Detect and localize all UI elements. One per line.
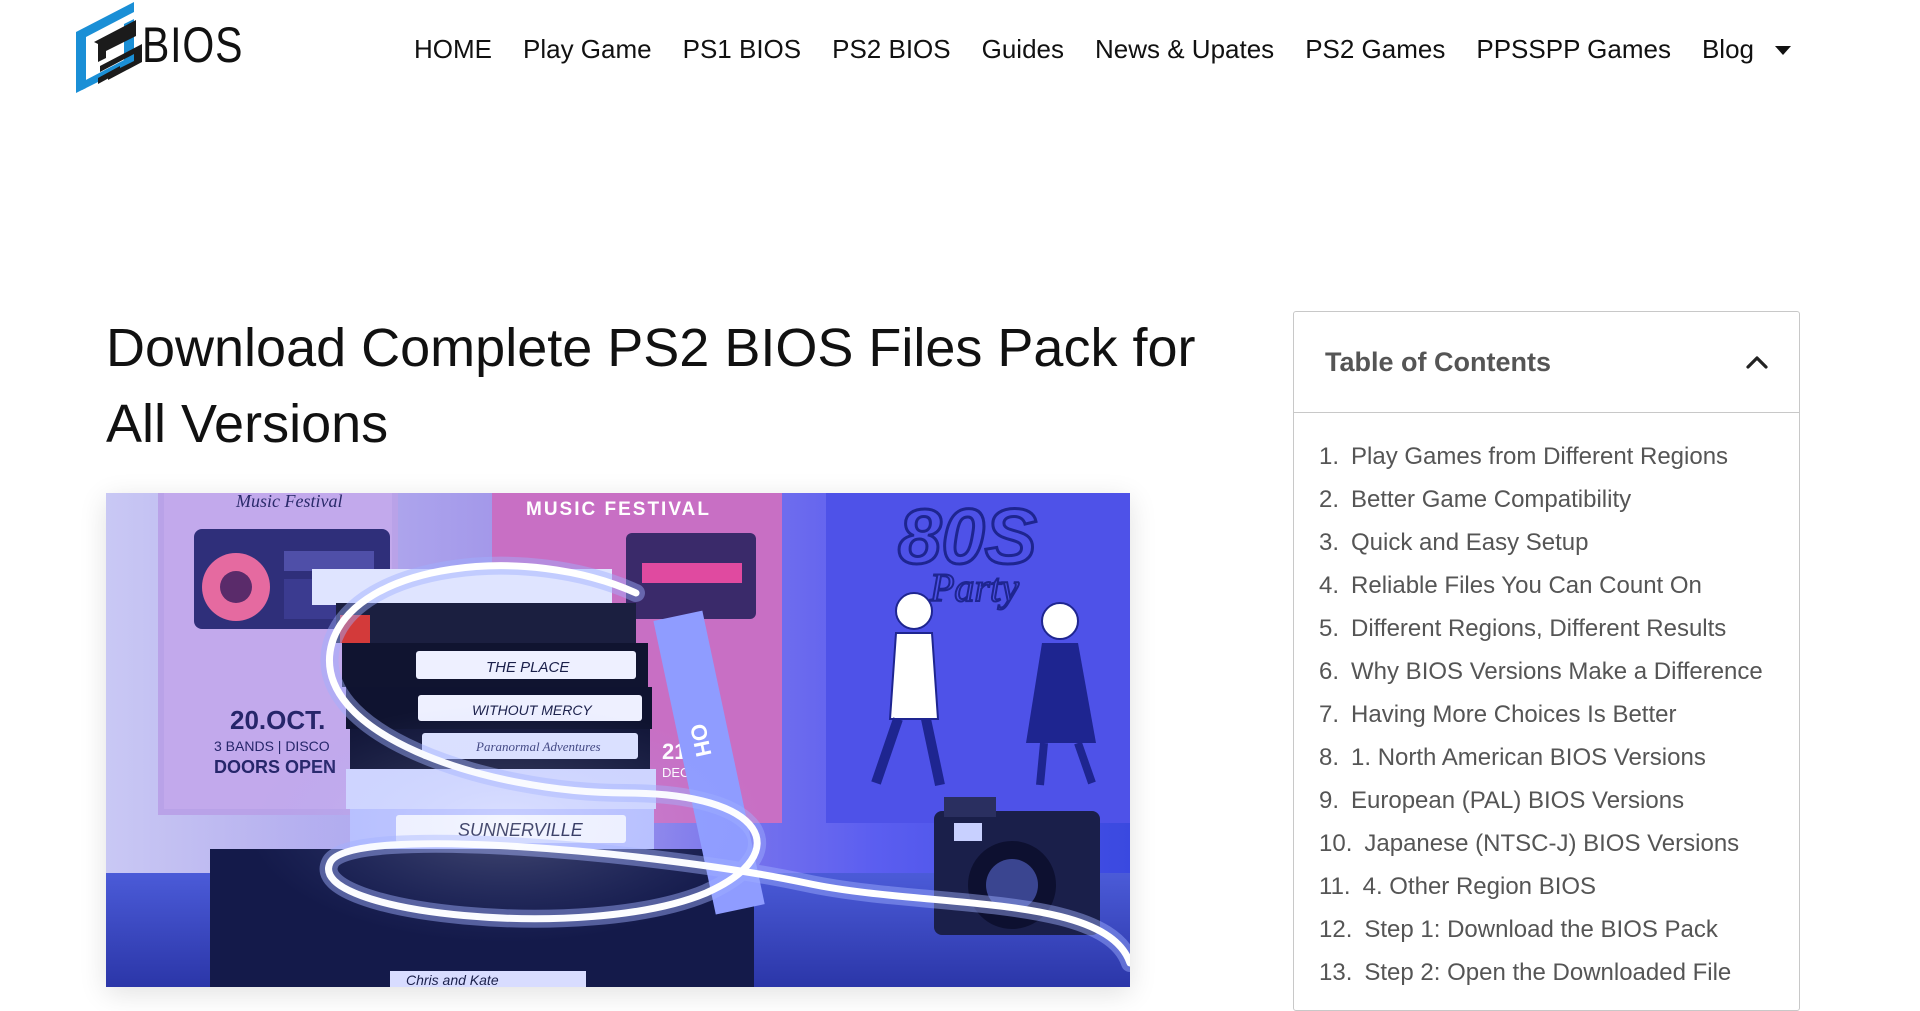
site-header: BIOS HOME Play Game PS1 BIOS PS2 BIOS Gu… — [0, 0, 1920, 100]
toc-item[interactable]: 7. Having More Choices Is Better — [1319, 697, 1799, 740]
nav-guides[interactable]: Guides — [982, 31, 1064, 67]
toc-item[interactable]: 8. 1. North American BIOS Versions — [1319, 740, 1799, 783]
toc-item[interactable]: 4. Reliable Files You Can Count On — [1319, 568, 1799, 611]
toc-list: 1. Play Games from Different Regions 2. Be… — [1294, 413, 1799, 998]
toc-item[interactable]: 10. Japanese (NTSC-J) BIOS Versions — [1319, 826, 1799, 869]
toc-item[interactable]: 12. Step 1: Download the BIOS Pack — [1319, 912, 1799, 955]
toc-item[interactable]: 1. Play Games from Different Regions — [1319, 439, 1799, 482]
toc-item[interactable]: 5. Different Regions, Different Results — [1319, 611, 1799, 654]
nav-ps1-bios[interactable]: PS1 BIOS — [683, 31, 802, 67]
svg-text:Music Festival: Music Festival — [235, 493, 342, 511]
svg-text:MUSIC FESTIVAL: MUSIC FESTIVAL — [526, 499, 711, 520]
nav-play-game[interactable]: Play Game — [523, 31, 652, 67]
nav-blog[interactable]: Blog — [1701, 31, 1792, 67]
nav-home[interactable]: HOME — [414, 31, 492, 67]
toc-item[interactable]: 3. Quick and Easy Setup — [1319, 525, 1799, 568]
nav-ppsspp-games[interactable]: PPSSPP Games — [1476, 31, 1671, 67]
poster-right: 80S Party — [826, 493, 1130, 823]
toc-title: Table of Contents — [1325, 346, 1551, 377]
nav-blog-label: Blog — [1701, 34, 1755, 64]
page-title: Download Complete PS2 BIOS Files Pack fo… — [106, 318, 1196, 454]
svg-text:20.OCT.: 20.OCT. — [230, 705, 325, 735]
caret-down-icon[interactable] — [1775, 45, 1792, 55]
logo-wordmark: BIOS — [142, 17, 244, 73]
toc-item[interactable]: 11. 4. Other Region BIOS — [1319, 869, 1799, 912]
nav-news-updates[interactable]: News & Upates — [1095, 31, 1274, 67]
toc-item[interactable]: 2. Better Game Compatibility — [1319, 482, 1799, 525]
toc-item[interactable]: 9. European (PAL) BIOS Versions — [1319, 783, 1799, 826]
svg-text:THE PLACE: THE PLACE — [486, 659, 570, 676]
toc-header[interactable]: Table of Contents — [1294, 312, 1799, 413]
toc-item[interactable]: 13. Step 2: Open the Downloaded File — [1319, 955, 1799, 998]
table-of-contents: Table of Contents 1. Play Games from Diff… — [1293, 311, 1800, 1011]
nav-ps2-games[interactable]: PS2 Games — [1305, 31, 1445, 67]
main-nav: HOME Play Game PS1 BIOS PS2 BIOS Guides … — [414, 31, 1792, 67]
nav-ps2-bios[interactable]: PS2 BIOS — [832, 31, 951, 67]
toc-item[interactable]: 6. Why BIOS Versions Make a Difference — [1319, 654, 1799, 697]
featured-image: Music Festival 20.OCT. 3 BANDS | DISCO D… — [106, 493, 1130, 987]
svg-text:Chris and Kate: Chris and Kate — [406, 972, 499, 987]
svg-text:Party: Party — [929, 565, 1019, 610]
chevron-up-icon[interactable] — [1745, 354, 1769, 370]
